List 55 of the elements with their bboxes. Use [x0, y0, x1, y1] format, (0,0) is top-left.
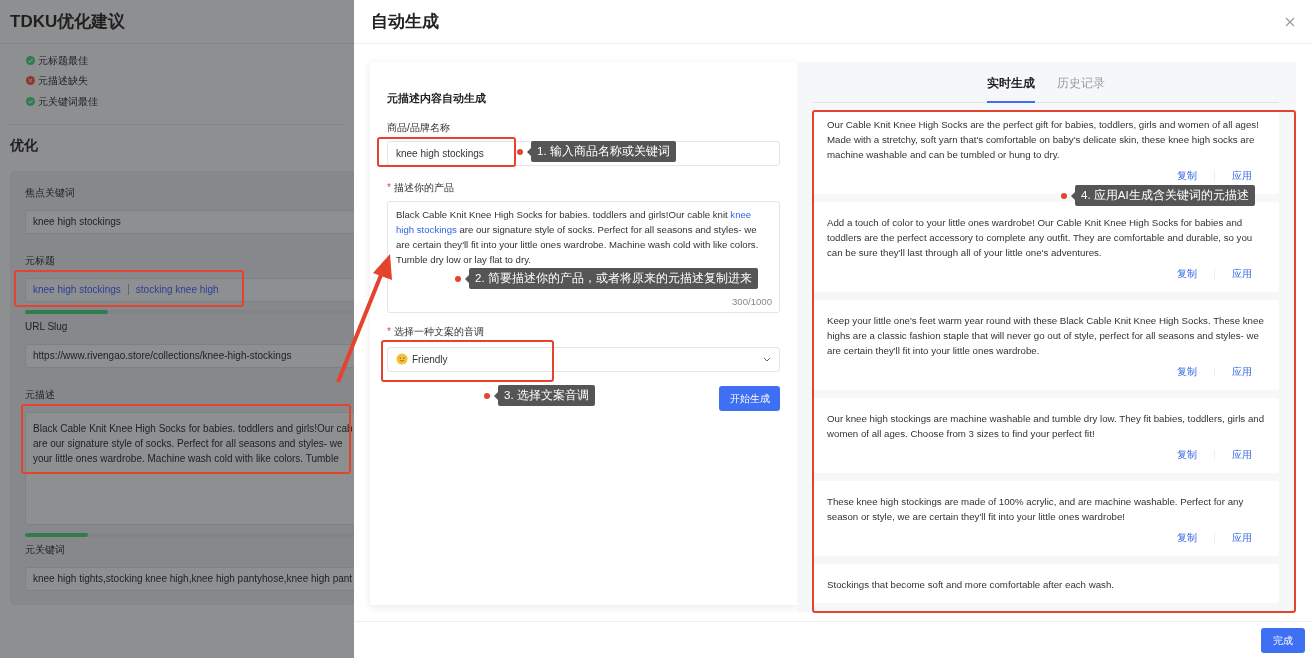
action-link[interactable]: 复制 — [1177, 447, 1197, 462]
close-button[interactable] — [1285, 16, 1295, 27]
field-label: 焦点关键词 — [25, 185, 76, 200]
result-text: Our knee high stockings are machine washable and tumble dry low. They fit babies, toddlers, girls and women of all ages. Choose from 3 sizes to find your perfect fit! — [827, 412, 1265, 441]
status-text: 元标题最佳 — [38, 53, 88, 68]
char-counter: 300/1000 — [732, 294, 772, 309]
marker-dot — [517, 148, 523, 155]
result-text: Add a touch of color to your little ones wardrobe! Our Cable Knit Knee High Socks for babies and toddlers are the perfect accessory to complete any outfit. They are comfortable and durable, so you can be sure they'll last through all of your little one's adventures. — [827, 216, 1254, 260]
keyword-tag: knee high stockings — [33, 282, 121, 297]
status-text: 元关键词最佳 — [38, 94, 98, 109]
input-field[interactable]: https://www.rivengao.store/collections/knee-high-stockings — [25, 343, 354, 368]
drawer-title: 自动生成 — [371, 10, 439, 33]
result-text: Stockings that become soft and more comfortable after each wash. — [827, 578, 1115, 592]
field-label: 选择一种文案的音调 — [393, 324, 484, 339]
smiley-icon — [396, 353, 408, 365]
field-label: URL Slug — [25, 319, 69, 334]
field-label: 元标题 — [25, 253, 56, 268]
section-title: 优化 — [9, 135, 39, 155]
close-icon — [1285, 16, 1295, 27]
action-link[interactable]: 应用 — [1232, 530, 1252, 545]
action-link[interactable]: 应用 — [1232, 266, 1252, 281]
field-label: 描述你的产品 — [393, 180, 454, 195]
generate-button[interactable]: 开始生成 — [719, 385, 780, 411]
marker-dot — [1061, 192, 1067, 199]
field-label: 商品/品牌名称 — [387, 120, 451, 135]
done-button[interactable]: 完成 — [1261, 627, 1305, 653]
input-field[interactable]: knee high stockings — [25, 209, 354, 234]
description-field[interactable] — [25, 411, 354, 525]
action-link[interactable]: 复制 — [1177, 530, 1197, 545]
text-line: are our signature style of socks. Perfect for all seasons and styles- we — [33, 436, 344, 451]
marker-dot — [484, 392, 490, 399]
chevron-icon — [763, 356, 771, 362]
action-link[interactable]: 应用 — [1232, 364, 1252, 379]
action-link[interactable]: 复制 — [1177, 364, 1197, 379]
action-link[interactable]: 复制 — [1177, 266, 1197, 281]
action-link[interactable]: 应用 — [1232, 447, 1252, 462]
result-text: These knee high stockings are made of 100% acrylic, and are machine washable. Perfect for any season or style, we are certain they'll fit into your little ones wardrobe! — [827, 495, 1245, 524]
marker-dot — [455, 275, 461, 282]
field-label: 元关键词 — [25, 542, 66, 557]
required-mark: * — [387, 180, 391, 195]
required-mark: * — [387, 324, 391, 339]
panel-title: 元描述内容自动生成 — [387, 91, 487, 106]
page-title: TDKU优化建议 — [10, 10, 126, 33]
action-link[interactable]: 复制 — [1177, 168, 1197, 183]
input-field[interactable]: knee high tights,stocking knee high,knee high pantyhose,knee high pant — [25, 566, 354, 591]
tab[interactable]: 实时生成 — [987, 74, 1035, 103]
status-text: 元描述缺失 — [38, 74, 88, 89]
field-label: 元描述 — [25, 387, 56, 402]
title-field[interactable]: knee high stockings stocking knee high — [25, 277, 354, 302]
text-line: your little ones wardrobe. Machine wash cold with like colors. Tumble — [33, 451, 340, 466]
keyword-tag: stocking knee high — [135, 282, 219, 297]
result-text: Keep your little one's feet warm year round with these Black Cable Knit Knee High Socks. These knee highs are a classic fashion staple that will never go out of style, perfect for all seasons and styles- we are certain they'll fit into your little ones wardrobe. — [827, 314, 1265, 358]
action-link[interactable]: 应用 — [1232, 168, 1252, 183]
result-text: Our Cable Knit Knee High Socks are the perfect gift for babies, toddlers, girls and women of all ages! Made with a stretchy, soft yarn that's comfortable on baby's delicate skin, these knee high socks are machine washable and can be tumbled or hung to dry. — [827, 118, 1260, 162]
tone-select[interactable]: Friendly — [387, 346, 780, 372]
